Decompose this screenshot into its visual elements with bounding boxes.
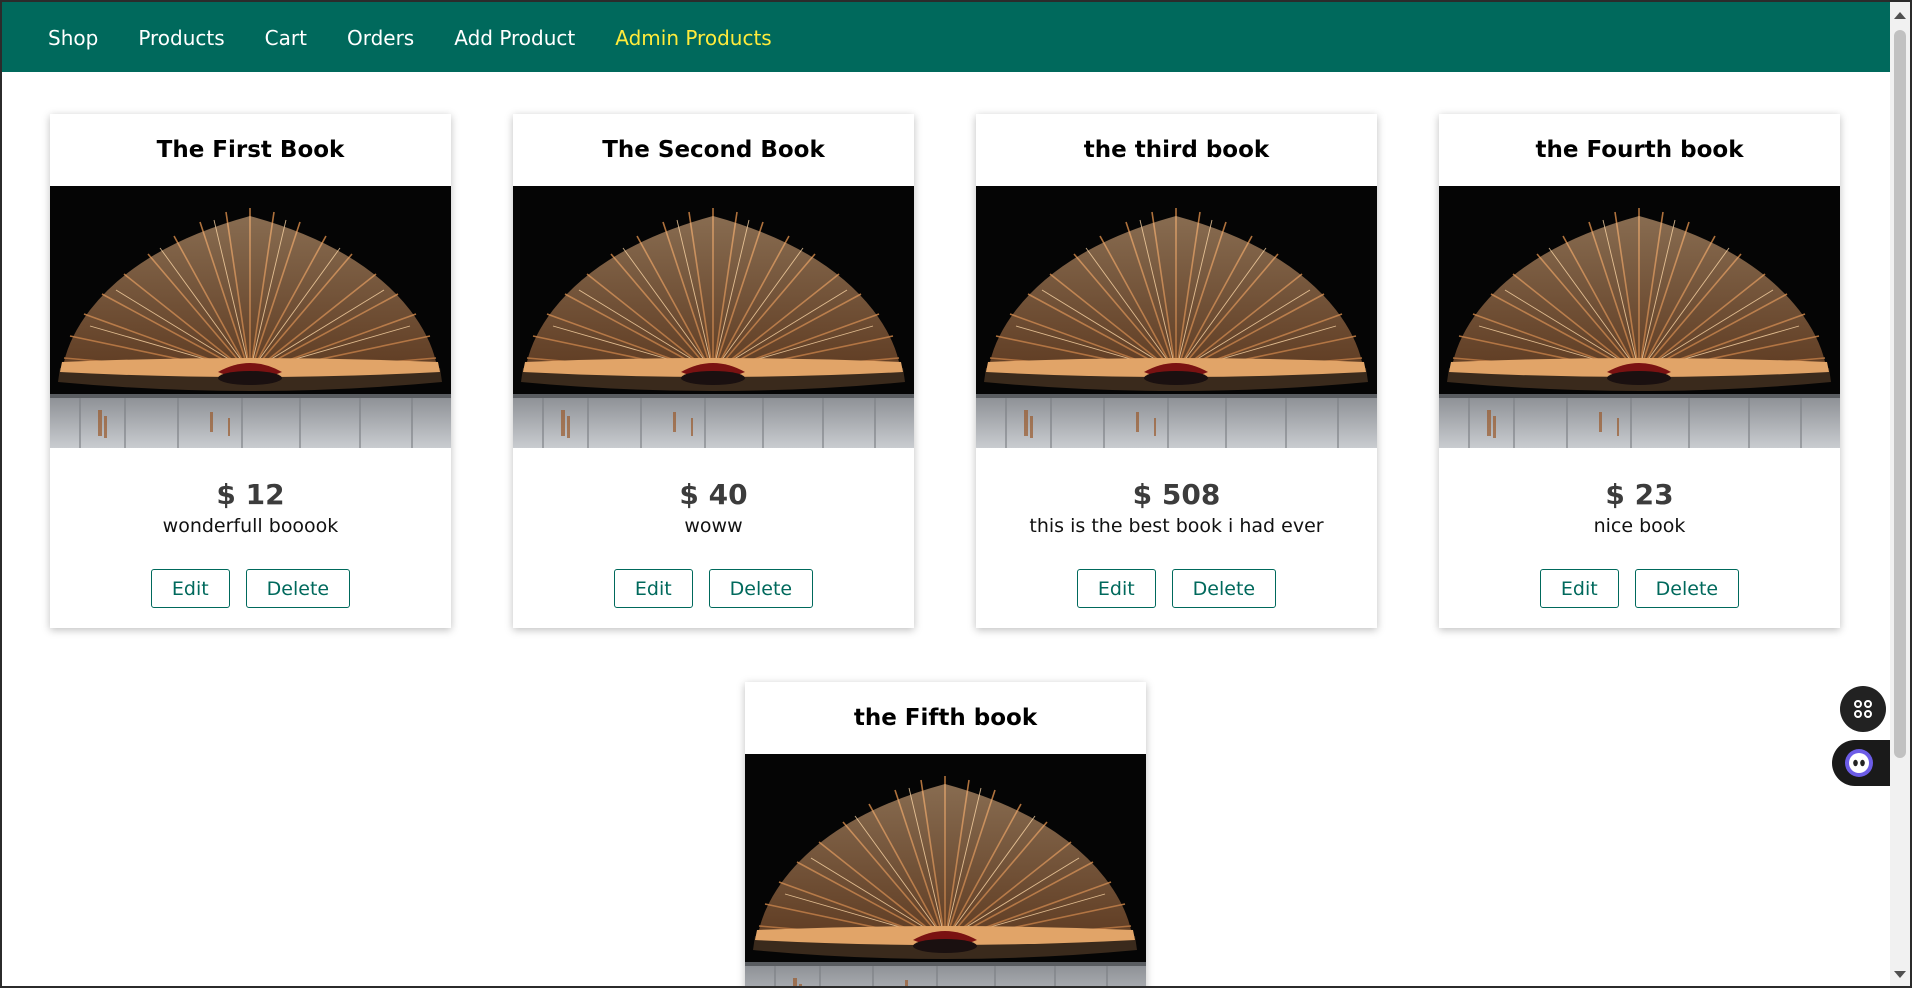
product-title: the Fourth book: [1535, 137, 1744, 163]
product-title: the third book: [1083, 137, 1270, 163]
product-description: nice book: [1593, 515, 1686, 537]
book-image: [50, 186, 451, 448]
nav-add-product[interactable]: Add Product: [454, 26, 575, 50]
scroll-thumb[interactable]: [1894, 30, 1906, 758]
card-actions: Edit Delete: [1439, 569, 1840, 628]
edit-button[interactable]: Edit: [1539, 569, 1619, 608]
edit-button[interactable]: Edit: [150, 569, 230, 608]
product-title: the Fifth book: [853, 705, 1038, 731]
scroll-up-icon[interactable]: [1894, 12, 1906, 19]
nav-products[interactable]: Products: [138, 26, 224, 50]
command-button[interactable]: [1840, 686, 1886, 732]
product-card: the Fourth book $ 23 nice book Edit Dele…: [1439, 114, 1840, 628]
product-description: this is the best book i had ever: [1029, 515, 1324, 537]
product-description: wonderfull booook: [162, 515, 339, 537]
product-card: The First Book $ 12 wonderfull booook Ed…: [50, 114, 451, 628]
card-actions: Edit Delete: [513, 569, 914, 628]
book-image: [1439, 186, 1840, 448]
book-image: [513, 186, 914, 448]
command-icon: [1854, 700, 1872, 718]
card-header: The Second Book: [513, 114, 914, 186]
nav-orders[interactable]: Orders: [347, 26, 414, 50]
product-price: $ 40: [679, 478, 748, 511]
main-header: Shop Products Cart Orders Add Product Ad…: [2, 2, 1892, 72]
card-header: the Fourth book: [1439, 114, 1840, 186]
browser-viewport: Shop Products Cart Orders Add Product Ad…: [0, 0, 1912, 988]
scroll-down-icon[interactable]: [1894, 971, 1906, 978]
product-title: The Second Book: [602, 137, 825, 163]
delete-button[interactable]: Delete: [708, 569, 814, 608]
product-price: $ 508: [1132, 478, 1221, 511]
product-price: $ 12: [216, 478, 285, 511]
book-image: [745, 754, 1146, 986]
delete-button[interactable]: Delete: [1171, 569, 1277, 608]
nav-cart[interactable]: Cart: [265, 26, 307, 50]
card-header: the third book: [976, 114, 1377, 186]
card-content: $ 12 wonderfull booook: [50, 448, 451, 537]
card-header: the Fifth book: [745, 682, 1146, 754]
product-card: the Fifth book: [745, 682, 1146, 986]
card-actions: Edit Delete: [50, 569, 451, 628]
assistant-button[interactable]: [1832, 740, 1894, 786]
product-title: The First Book: [156, 137, 345, 163]
product-grid: The First Book $ 12 wonderfull booook Ed…: [2, 74, 1892, 986]
product-card: the third book $ 508 this is the best bo…: [976, 114, 1377, 628]
product-description: woww: [684, 515, 743, 537]
book-image: [976, 186, 1377, 448]
assistant-bot-icon: [1845, 749, 1873, 777]
vertical-scrollbar[interactable]: [1890, 2, 1910, 986]
card-content: $ 40 woww: [513, 448, 914, 537]
edit-button[interactable]: Edit: [1076, 569, 1156, 608]
main-nav: Shop Products Cart Orders Add Product Ad…: [2, 2, 1892, 74]
card-header: The First Book: [50, 114, 451, 186]
product-card: The Second Book $ 40 woww Edit Delete: [513, 114, 914, 628]
card-actions: Edit Delete: [976, 569, 1377, 628]
card-content: $ 508 this is the best book i had ever: [976, 448, 1377, 537]
delete-button[interactable]: Delete: [245, 569, 351, 608]
product-price: $ 23: [1605, 478, 1674, 511]
edit-button[interactable]: Edit: [613, 569, 693, 608]
delete-button[interactable]: Delete: [1634, 569, 1740, 608]
nav-admin-products[interactable]: Admin Products: [615, 26, 771, 50]
card-content: $ 23 nice book: [1439, 448, 1840, 537]
nav-shop[interactable]: Shop: [48, 26, 98, 50]
